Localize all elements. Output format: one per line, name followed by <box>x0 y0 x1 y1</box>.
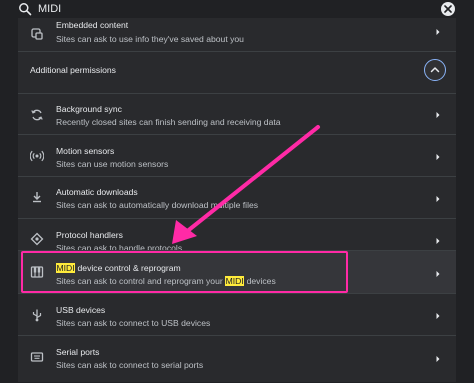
row-description: Sites can ask to use info they've saved … <box>56 34 244 44</box>
row-title: Automatic downloads <box>56 187 138 197</box>
row-description: Sites can ask to connect to serial ports <box>56 360 204 370</box>
row-description: Sites can ask to connect to USB devices <box>56 318 211 328</box>
midi-piano-icon <box>30 266 44 278</box>
row-title: USB devices <box>56 305 106 315</box>
chevron-up-icon <box>430 67 440 73</box>
chevron-right-icon <box>436 196 440 202</box>
close-icon <box>444 5 452 13</box>
embedded-content-icon <box>31 28 43 40</box>
chevron-right-icon <box>436 313 440 319</box>
protocol-handler-icon <box>30 232 44 246</box>
row-serial-ports[interactable]: Serial ports Sites can ask to connect to… <box>18 335 456 383</box>
row-description: Sites can ask to automatically download … <box>56 200 259 210</box>
row-background-sync[interactable]: Background sync Recently closed sites ca… <box>18 93 456 135</box>
chevron-right-icon <box>436 154 440 160</box>
collapse-button[interactable] <box>424 59 446 81</box>
usb-icon <box>32 309 42 322</box>
row-automatic-downloads[interactable]: Automatic downloads Sites can ask to aut… <box>18 176 456 219</box>
row-title: MIDI device control & reprogram <box>56 263 181 273</box>
chevron-right-icon <box>436 356 440 362</box>
serial-port-icon <box>30 352 44 362</box>
chevron-right-icon <box>436 112 440 118</box>
row-description: Sites can use motion sensors <box>56 159 169 169</box>
search-match-highlight: MIDI <box>56 263 76 273</box>
sensors-icon <box>30 150 44 162</box>
row-title-text: device control & reprogram <box>75 263 181 273</box>
row-title: Protocol handlers <box>56 230 123 240</box>
row-title: Motion sensors <box>56 146 115 156</box>
download-icon <box>33 192 41 203</box>
row-motion-sensors[interactable]: Motion sensors Sites can use motion sens… <box>18 134 456 177</box>
row-description: Recently closed sites can finish sending… <box>56 117 281 127</box>
row-midi-device-control[interactable]: MIDI device control & reprogram Sites ca… <box>18 250 456 294</box>
row-description: Sites can ask to control and reprogram y… <box>56 276 276 286</box>
sync-icon <box>31 109 43 121</box>
chevron-right-icon <box>436 271 440 277</box>
clear-search-button[interactable] <box>441 2 455 16</box>
search-bar <box>0 0 474 18</box>
row-description-text: Sites can ask to control and reprogram y… <box>56 276 226 286</box>
row-title: Background sync <box>56 104 122 114</box>
row-title: Embedded content <box>56 20 129 30</box>
chevron-right-icon <box>436 29 440 35</box>
row-title: Serial ports <box>56 347 100 357</box>
search-icon <box>19 3 32 16</box>
row-description-text: devices <box>244 276 276 286</box>
additional-permissions-header[interactable]: Additional permissions <box>18 51 456 94</box>
section-label: Additional permissions <box>30 65 116 75</box>
search-input[interactable] <box>38 0 418 18</box>
site-settings-card: Embedded content Sites can ask to use in… <box>18 10 456 382</box>
row-usb-devices[interactable]: USB devices Sites can ask to connect to … <box>18 293 456 336</box>
chevron-right-icon <box>436 238 440 244</box>
search-match-highlight: MIDI <box>225 276 245 286</box>
